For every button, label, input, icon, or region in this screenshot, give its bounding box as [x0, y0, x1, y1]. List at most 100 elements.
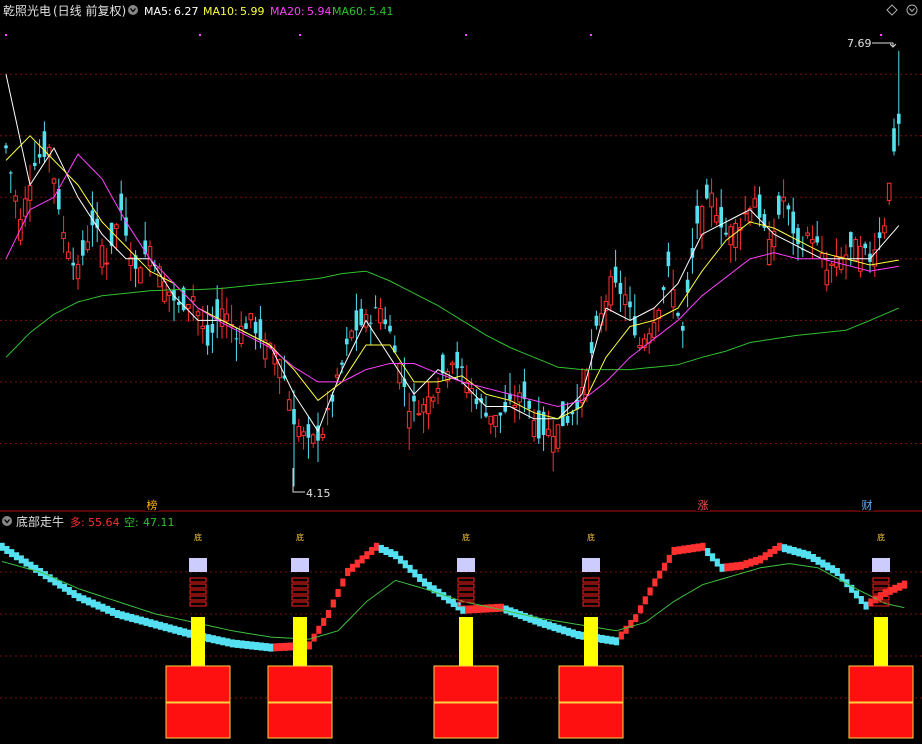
- ma10-label: MA10:: [203, 5, 238, 18]
- top-dot: [5, 34, 7, 36]
- indicator-block: [637, 605, 644, 614]
- candle-body-up: [200, 325, 206, 330]
- signal-label: 底: [587, 532, 595, 542]
- candle-body-down: [244, 323, 248, 329]
- signal-label: 底: [194, 532, 202, 542]
- indicator-block: [268, 643, 274, 652]
- indicator-block: [321, 617, 327, 626]
- indicator-block: [234, 639, 240, 648]
- candle-body-down: [345, 338, 349, 345]
- indicator-block: [565, 627, 572, 636]
- indicator-block: [153, 620, 159, 629]
- signal-label: 底: [296, 532, 304, 542]
- candle-body-down: [757, 194, 762, 218]
- top-dot: [465, 34, 467, 36]
- signal-lavender-block: [457, 558, 475, 572]
- indicator-block: [892, 584, 898, 593]
- indicator-block: [330, 599, 336, 608]
- indicator-block: [772, 545, 778, 554]
- candle-body-up: [162, 281, 167, 302]
- candle-body-up: [13, 195, 18, 202]
- collapse-icon[interactable]: [2, 516, 12, 526]
- candle-body-up: [320, 433, 326, 439]
- candle-body-up: [555, 424, 561, 449]
- indicator-block: [791, 547, 797, 555]
- max-price-label: 7.69: [847, 37, 872, 50]
- candle-body-up: [186, 304, 191, 309]
- candle-body-up: [310, 434, 316, 444]
- candle-body-up: [286, 399, 292, 411]
- candle-body-up: [637, 344, 642, 349]
- indicator-block: [393, 551, 399, 560]
- candle-body-down: [369, 322, 373, 324]
- indicator-block: [503, 605, 509, 614]
- indicator-block: [705, 548, 711, 557]
- indicator-block: [373, 542, 380, 551]
- indicator-block: [177, 627, 183, 636]
- candle-body-up: [99, 245, 105, 268]
- candle-body-down: [455, 351, 459, 369]
- candle-body-up: [550, 436, 556, 453]
- indicator-block: [359, 555, 365, 564]
- marker-label: 财: [862, 498, 873, 512]
- candle-body-up: [435, 387, 441, 393]
- candle-body-up: [114, 224, 119, 230]
- candle-body-up: [781, 196, 786, 202]
- chart-canvas: 底 底 底 底 底 乾照光电 (日线 前复权) MA5: 6.27 MA10: 5.99…: [0, 0, 922, 744]
- indicator-block: [109, 607, 116, 616]
- indicator-block: [801, 549, 807, 558]
- candle-body-down: [618, 282, 623, 294]
- candle-body-up: [51, 178, 57, 184]
- candle-body-down: [210, 323, 215, 333]
- indicator-block: [124, 612, 130, 621]
- indicator-block: [90, 599, 96, 608]
- ma20-value: 5.94: [307, 5, 332, 18]
- candle-body-down: [4, 145, 8, 149]
- indicator-block: [57, 580, 63, 589]
- indicator-title: 底部走牛: [16, 514, 64, 529]
- indicator-block: [604, 635, 610, 644]
- indicator-block: [753, 556, 759, 565]
- indicator-block: [9, 549, 15, 558]
- candle-body-down: [815, 236, 819, 243]
- signal-lavender-block: [872, 558, 890, 572]
- signal-label: 底: [462, 532, 470, 542]
- candle-body-down: [373, 307, 378, 309]
- indicator-block: [225, 638, 231, 647]
- candle-body-down: [37, 154, 42, 158]
- candle-body-down: [777, 195, 781, 215]
- collapse-icon[interactable]: [128, 5, 138, 15]
- indicator-block: [714, 558, 720, 567]
- indicator-block: [834, 568, 840, 576]
- candle-body-up: [531, 420, 537, 437]
- indicator-block: [724, 563, 730, 572]
- signal-red-box-upper: [558, 665, 624, 703]
- candle-body-up: [493, 415, 498, 428]
- top-dot: [880, 34, 882, 36]
- indicator-block: [738, 561, 744, 570]
- indicator-block: [546, 621, 552, 630]
- indicator-block: [143, 617, 149, 626]
- candle-body-down: [388, 325, 392, 332]
- candle-body-up: [85, 241, 90, 251]
- indicator-block: [215, 636, 221, 645]
- indicator-block: [119, 611, 125, 620]
- lower-header: 底部走牛 多: 55.64 空: 47.11: [2, 514, 175, 529]
- indicator-block: [671, 547, 677, 555]
- candle-body-up: [66, 251, 71, 259]
- indicator-block: [465, 605, 471, 614]
- indicator-block: [561, 626, 567, 635]
- candle-body-down: [258, 319, 263, 340]
- candle-body-down: [71, 262, 75, 266]
- indicator-block: [412, 569, 418, 578]
- indicator-block: [258, 642, 264, 651]
- indicator-block: [210, 635, 216, 644]
- candle-body-down: [613, 266, 618, 283]
- indicator-block: [681, 545, 687, 554]
- indicator-block: [378, 544, 384, 553]
- candle-body-up: [824, 269, 830, 286]
- candle-body-down: [522, 381, 527, 400]
- candle-body-down: [661, 287, 666, 291]
- candle-body-up: [248, 313, 254, 321]
- indicator-block: [556, 624, 562, 633]
